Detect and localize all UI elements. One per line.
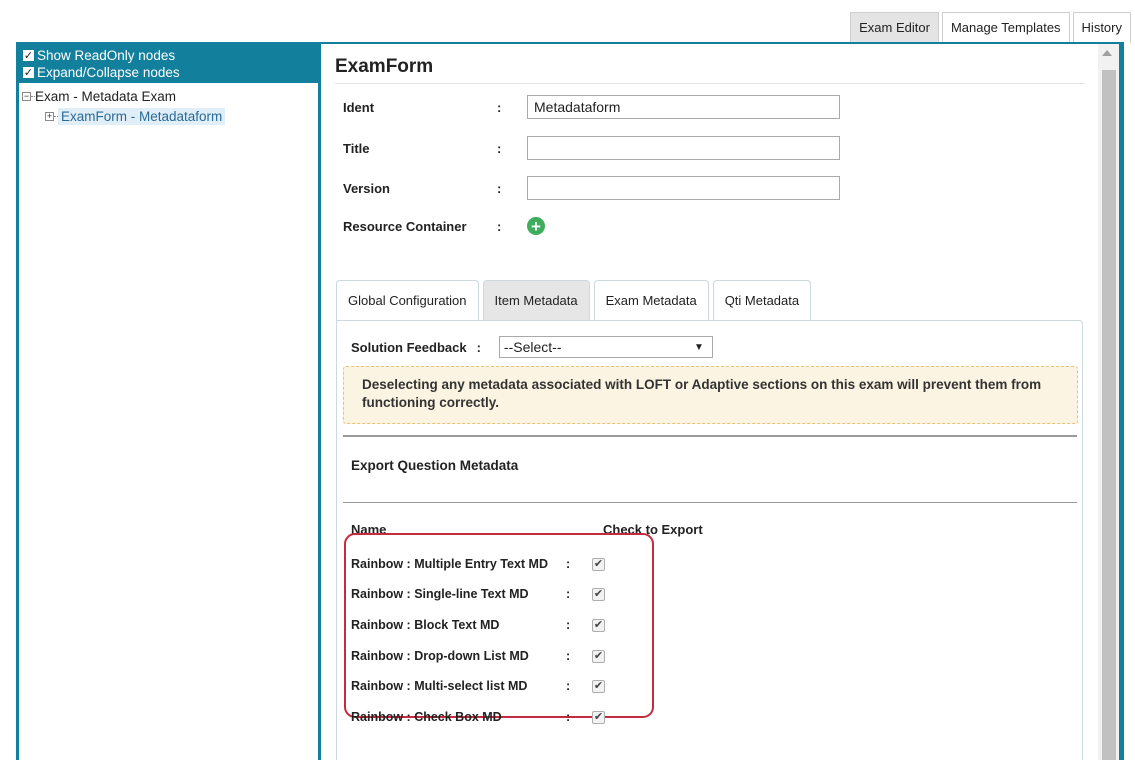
- metadata-name: Rainbow : Multi-select list MD: [351, 679, 528, 693]
- title-label: Title: [343, 140, 370, 156]
- metadata-name: Rainbow : Drop-down List MD: [351, 649, 529, 663]
- export-checkbox[interactable]: ✔: [592, 618, 605, 632]
- expand-toggle-icon[interactable]: +: [45, 111, 58, 121]
- metadata-tabs: Global Configuration Item Metadata Exam …: [336, 280, 815, 321]
- metadata-colon: :: [566, 557, 571, 571]
- solution-feedback-colon: :: [476, 339, 481, 355]
- solution-feedback-value: --Select--: [503, 339, 562, 355]
- export-metadata-heading: Export Question Metadata: [351, 458, 519, 473]
- divider: [343, 435, 1077, 437]
- expand-collapse-option[interactable]: ✓ Expand/Collapse nodes: [23, 64, 318, 81]
- metadata-row: Rainbow : Drop-down List MD : ✔: [351, 646, 605, 666]
- dropdown-arrow-icon: ▼: [694, 341, 704, 353]
- version-label: Version: [343, 180, 390, 196]
- metadata-colon: :: [566, 649, 571, 663]
- tree-node-exam[interactable]: − Exam - Metadata Exam: [22, 86, 318, 106]
- show-readonly-checkbox[interactable]: ✓: [23, 50, 34, 61]
- export-checkbox[interactable]: ✔: [592, 557, 605, 571]
- ident-row: Ident :: [343, 95, 840, 119]
- version-row: Version :: [343, 176, 840, 200]
- tree-options: ✓ Show ReadOnly nodes ✓ Expand/Collapse …: [19, 44, 318, 83]
- scroll-up-arrow-icon[interactable]: [1102, 50, 1112, 56]
- exam-editor-screen: Exam Editor Manage Templates History ✓ S…: [0, 0, 1135, 778]
- metadata-row: Rainbow : Block Text MD : ✔: [351, 615, 605, 635]
- metadata-colon: :: [566, 587, 571, 601]
- version-colon: :: [497, 180, 502, 196]
- metadata-colon: :: [566, 618, 571, 632]
- ident-label: Ident: [343, 99, 375, 115]
- export-checkbox[interactable]: ✔: [592, 649, 605, 663]
- resource-container-label: Resource Container: [343, 218, 467, 234]
- expand-collapse-label: Expand/Collapse nodes: [37, 64, 180, 80]
- tab-item-metadata[interactable]: Item Metadata: [482, 280, 590, 321]
- metadata-row: Rainbow : Check Box MD : ✔: [351, 707, 605, 727]
- metadata-name: Rainbow : Block Text MD: [351, 618, 500, 632]
- metadata-row: Rainbow : Multi-select list MD : ✔: [351, 676, 605, 696]
- tab-exam-editor[interactable]: Exam Editor: [850, 12, 939, 43]
- expand-collapse-checkbox[interactable]: ✓: [23, 67, 34, 78]
- tab-history[interactable]: History: [1072, 12, 1131, 43]
- export-checkbox[interactable]: ✔: [592, 587, 605, 601]
- item-metadata-pane: Solution Feedback : --Select-- ▼ Deselec…: [336, 320, 1083, 778]
- metadata-colon: :: [566, 710, 571, 724]
- ident-input[interactable]: [527, 95, 840, 119]
- export-checkbox[interactable]: ✔: [592, 679, 605, 693]
- metadata-row: Rainbow : Single-line Text MD : ✔: [351, 584, 605, 604]
- metadata-name: Rainbow : Check Box MD: [351, 710, 502, 724]
- metadata-colon: :: [566, 679, 571, 693]
- scroll-thumb[interactable]: [1102, 70, 1116, 778]
- tree-node-examform-label[interactable]: ExamForm - Metadataform: [58, 107, 226, 125]
- resource-container-row: Resource Container : +: [343, 217, 545, 235]
- add-resource-plus-icon[interactable]: +: [527, 217, 545, 235]
- title-colon: :: [497, 140, 502, 156]
- tree-node-exam-label[interactable]: Exam - Metadata Exam: [35, 89, 176, 104]
- show-readonly-label: Show ReadOnly nodes: [37, 47, 176, 63]
- tree-panel: ✓ Show ReadOnly nodes ✓ Expand/Collapse …: [19, 44, 318, 778]
- tab-global-configuration[interactable]: Global Configuration: [336, 280, 479, 321]
- tab-exam-metadata[interactable]: Exam Metadata: [593, 280, 709, 321]
- solution-feedback-row: Solution Feedback : --Select-- ▼: [351, 336, 713, 358]
- content-scrollbar[interactable]: [1098, 44, 1119, 778]
- collapse-toggle-icon[interactable]: −: [22, 91, 35, 101]
- tree-node-examform[interactable]: + ExamForm - Metadataform: [45, 106, 318, 126]
- solution-feedback-label: Solution Feedback: [351, 339, 467, 355]
- warning-notice: Deselecting any metadata associated with…: [343, 366, 1078, 424]
- version-input[interactable]: [527, 176, 840, 200]
- metadata-row: Rainbow : Multiple Entry Text MD : ✔: [351, 554, 605, 574]
- solution-feedback-select[interactable]: --Select-- ▼: [498, 336, 713, 358]
- top-tabs: Exam Editor Manage Templates History: [847, 12, 1131, 43]
- tab-manage-templates[interactable]: Manage Templates: [941, 12, 1070, 43]
- ident-colon: :: [497, 99, 502, 115]
- tab-qti-metadata[interactable]: Qti Metadata: [712, 280, 812, 321]
- export-checkbox[interactable]: ✔: [592, 710, 605, 724]
- resource-container-colon: :: [497, 218, 502, 234]
- title-input[interactable]: [527, 136, 840, 160]
- show-readonly-option[interactable]: ✓ Show ReadOnly nodes: [23, 47, 318, 64]
- content-panel: ExamForm Ident : Title : Version : Resou…: [321, 44, 1098, 778]
- metadata-name: Rainbow : Single-line Text MD: [351, 587, 529, 601]
- divider: [343, 502, 1077, 503]
- tree-nodes: − Exam - Metadata Exam + ExamForm - Meta…: [19, 83, 318, 126]
- torn-edge: [0, 760, 1135, 778]
- title-row: Title :: [343, 136, 840, 160]
- page-title: ExamForm: [335, 56, 1085, 84]
- metadata-name: Rainbow : Multiple Entry Text MD: [351, 557, 548, 571]
